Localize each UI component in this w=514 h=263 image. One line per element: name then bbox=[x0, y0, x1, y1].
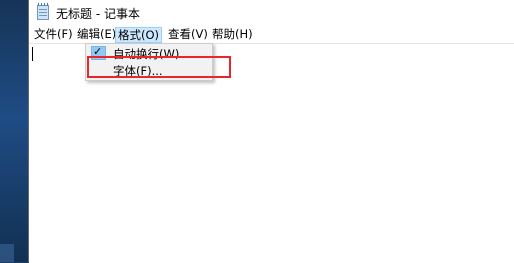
menu-file[interactable]: 文件(F) bbox=[34, 27, 73, 43]
menu-bar: 文件(F) 编辑(E) 格式(O) 查看(V) 帮助(H) bbox=[29, 26, 514, 43]
text-caret bbox=[32, 47, 33, 61]
notepad-icon bbox=[37, 3, 49, 20]
window-title: 无标题 - 记事本 bbox=[56, 7, 140, 21]
notepad-window: 无标题 - 记事本 文件(F) 编辑(E) 格式(O) 查看(V) 帮助(H) bbox=[28, 0, 514, 263]
menu-view[interactable]: 查看(V) bbox=[168, 27, 208, 43]
menu-help[interactable]: 帮助(H) bbox=[212, 27, 253, 43]
title-bar[interactable]: 无标题 - 记事本 bbox=[29, 0, 514, 26]
red-highlight-box bbox=[87, 56, 231, 78]
taskbar-fragment bbox=[0, 244, 14, 262]
menu-edit[interactable]: 编辑(E) bbox=[77, 27, 116, 43]
desktop-background bbox=[0, 0, 30, 262]
menu-format[interactable]: 格式(O) bbox=[115, 27, 163, 43]
